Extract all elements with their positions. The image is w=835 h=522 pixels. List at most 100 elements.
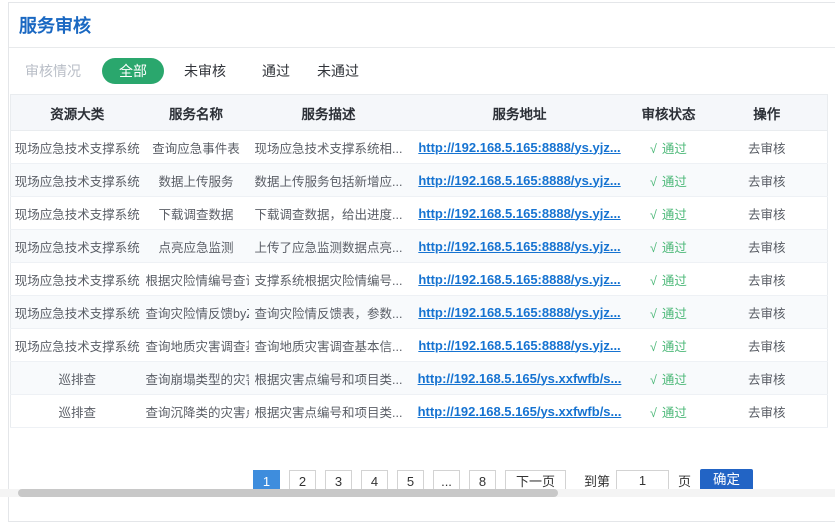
- category-cell: 现场应急技术支撑系统: [11, 296, 144, 329]
- service-name-cell: 数据上传服务: [144, 164, 249, 197]
- go-review-link[interactable]: 去审核: [748, 274, 786, 288]
- col-header-service-name: 服务名称: [144, 95, 249, 131]
- service-desc-cell: 数据上传服务包括新增应...: [249, 164, 409, 197]
- service-url-cell: http://192.168.5.165:8888/ys.yjz...: [409, 131, 631, 164]
- category-cell: 现场应急技术支撑系统: [11, 131, 144, 164]
- confirm-button[interactable]: 确定: [700, 469, 753, 491]
- go-review-link[interactable]: 去审核: [748, 406, 786, 420]
- service-url-link[interactable]: http://192.168.5.165:8888/ys.yjz...: [418, 239, 620, 254]
- service-name-cell: 根据灾险情编号查询...: [144, 263, 249, 296]
- check-icon: √: [650, 406, 657, 420]
- horizontal-scrollbar[interactable]: [0, 489, 835, 497]
- service-url-link[interactable]: http://192.168.5.165:8888/ys.yjz...: [418, 140, 620, 155]
- action-cell: 去审核: [707, 362, 828, 395]
- service-desc-cell: 根据灾害点编号和项目类...: [249, 395, 409, 428]
- audit-status-cell: √通过: [631, 329, 707, 362]
- page-buttons: 12345... 8: [253, 470, 505, 491]
- next-page-button[interactable]: 下一页: [505, 470, 566, 491]
- service-url-link[interactable]: http://192.168.5.165:8888/ys.yjz...: [418, 338, 620, 353]
- go-review-link[interactable]: 去审核: [748, 208, 786, 222]
- table-body: 现场应急技术支撑系统 查询应急事件表 现场应急技术支撑系统相... http:/…: [11, 131, 828, 428]
- service-url-link[interactable]: http://192.168.5.165:8888/ys.yjz...: [418, 272, 620, 287]
- action-cell: 去审核: [707, 230, 828, 263]
- service-name-cell: 点亮应急监测: [144, 230, 249, 263]
- go-review-link[interactable]: 去审核: [748, 175, 786, 189]
- goto-page-input[interactable]: [616, 470, 669, 491]
- check-icon: √: [650, 208, 657, 222]
- page-button-3[interactable]: 3: [325, 470, 352, 491]
- go-review-link[interactable]: 去审核: [748, 340, 786, 354]
- service-url-link[interactable]: http://192.168.5.165:8888/ys.yjz...: [418, 206, 620, 221]
- service-name-cell: 查询地质灾害调查基...: [144, 329, 249, 362]
- audit-status-cell: √通过: [631, 164, 707, 197]
- page-button-8[interactable]: 8: [469, 470, 496, 491]
- status-text: 通过: [662, 406, 687, 420]
- service-name-cell: 查询沉降类的灾害点...: [144, 395, 249, 428]
- audit-status-cell: √ 通过: [631, 263, 707, 296]
- service-url-link[interactable]: http://192.168.5.165/ys.xxfwfb/s...: [418, 404, 622, 419]
- action-cell: 去审核: [707, 395, 828, 428]
- go-review-link[interactable]: 去审核: [748, 241, 786, 255]
- go-review-link[interactable]: 去审核: [748, 373, 786, 387]
- service-name-cell: 查询灾险情反馈byZ...: [144, 296, 249, 329]
- service-desc-cell: 上传了应急监测数据点亮...: [249, 230, 409, 263]
- col-header-category: 资源大类: [11, 95, 144, 131]
- col-header-service-desc: 服务描述: [249, 95, 409, 131]
- action-cell: 去审核: [707, 131, 828, 164]
- service-url-link[interactable]: http://192.168.5.165:8888/ys.yjz...: [418, 305, 620, 320]
- status-text: 通过: [662, 373, 687, 387]
- service-url-cell: http://192.168.5.165/ys.xxfwfb/s...: [409, 362, 631, 395]
- go-review-link[interactable]: 去审核: [748, 307, 786, 321]
- audit-status-cell: √ 通过: [631, 362, 707, 395]
- status-text: 通过: [662, 274, 687, 288]
- horizontal-scrollbar-thumb[interactable]: [18, 489, 558, 497]
- category-cell: 现场应急技术支撑系统: [11, 329, 144, 362]
- status-text: 通过: [662, 142, 687, 156]
- col-header-audit-status: 审核状态: [631, 95, 707, 131]
- status-text: 通过: [662, 241, 687, 255]
- action-cell: 去审核: [707, 197, 828, 230]
- check-icon: √: [650, 373, 657, 387]
- service-url-link[interactable]: http://192.168.5.165:8888/ys.yjz...: [418, 173, 620, 188]
- table-row: 巡排查 查询崩塌类型的灾害... 根据灾害点编号和项目类... http://1…: [11, 362, 828, 395]
- check-icon: √: [650, 340, 657, 354]
- filter-option-passed[interactable]: 通过: [262, 61, 290, 81]
- page-button-1[interactable]: 1: [253, 470, 280, 491]
- table-row: 现场应急技术支撑系统 数据上传服务 数据上传服务包括新增应... http://…: [11, 164, 828, 197]
- table-row: 现场应急技术支撑系统 下载调查数据 下载调查数据，给出进度... http://…: [11, 197, 828, 230]
- filter-option-failed[interactable]: 未通过: [317, 61, 359, 81]
- category-cell: 现场应急技术支撑系统: [11, 197, 144, 230]
- service-desc-cell: 查询地质灾害调查基本信...: [249, 329, 409, 362]
- check-icon: √: [650, 307, 657, 321]
- category-cell: 现场应急技术支撑系统: [11, 230, 144, 263]
- col-header-service-url: 服务地址: [409, 95, 631, 131]
- pagination: 12345... 8 下一页 到第 页 确定: [253, 469, 753, 491]
- status-text: 通过: [662, 208, 687, 222]
- check-icon: √: [650, 274, 657, 288]
- audit-status-cell: √通过: [631, 230, 707, 263]
- filter-option-all[interactable]: 全部: [102, 58, 164, 84]
- go-review-link[interactable]: 去审核: [748, 142, 786, 156]
- page-ellipsis-button[interactable]: ...: [433, 470, 460, 491]
- service-url-link[interactable]: http://192.168.5.165/ys.xxfwfb/s...: [418, 371, 622, 386]
- page-button-5[interactable]: 5: [397, 470, 424, 491]
- category-cell: 现场应急技术支撑系统: [11, 164, 144, 197]
- page-button-2[interactable]: 2: [289, 470, 316, 491]
- action-cell: 去审核: [707, 164, 828, 197]
- service-url-cell: http://192.168.5.165:8888/ys.yjz...: [409, 197, 631, 230]
- col-header-actions: 操作: [707, 95, 828, 131]
- audit-status-filter: 审核情况 全部 未审核 通过 未通过: [9, 48, 835, 94]
- service-url-cell: http://192.168.5.165:8888/ys.yjz...: [409, 329, 631, 362]
- check-icon: √: [650, 175, 657, 189]
- goto-page-prefix: 到第: [584, 471, 610, 490]
- page-title: 服务审核: [9, 3, 835, 47]
- table-row: 现场应急技术支撑系统 查询灾险情反馈byZ... 查询灾险情反馈表，参数... …: [11, 296, 828, 329]
- filter-option-unreviewed[interactable]: 未审核: [184, 61, 226, 81]
- goto-page-suffix: 页: [678, 471, 691, 490]
- service-url-cell: http://192.168.5.165:8888/ys.yjz...: [409, 230, 631, 263]
- status-text: 通过: [662, 307, 687, 321]
- audit-status-cell: √ 通过: [631, 296, 707, 329]
- table-row: 现场应急技术支撑系统 根据灾险情编号查询... 支撑系统根据灾险情编号... h…: [11, 263, 828, 296]
- audit-status-cell: √通过: [631, 131, 707, 164]
- page-button-4[interactable]: 4: [361, 470, 388, 491]
